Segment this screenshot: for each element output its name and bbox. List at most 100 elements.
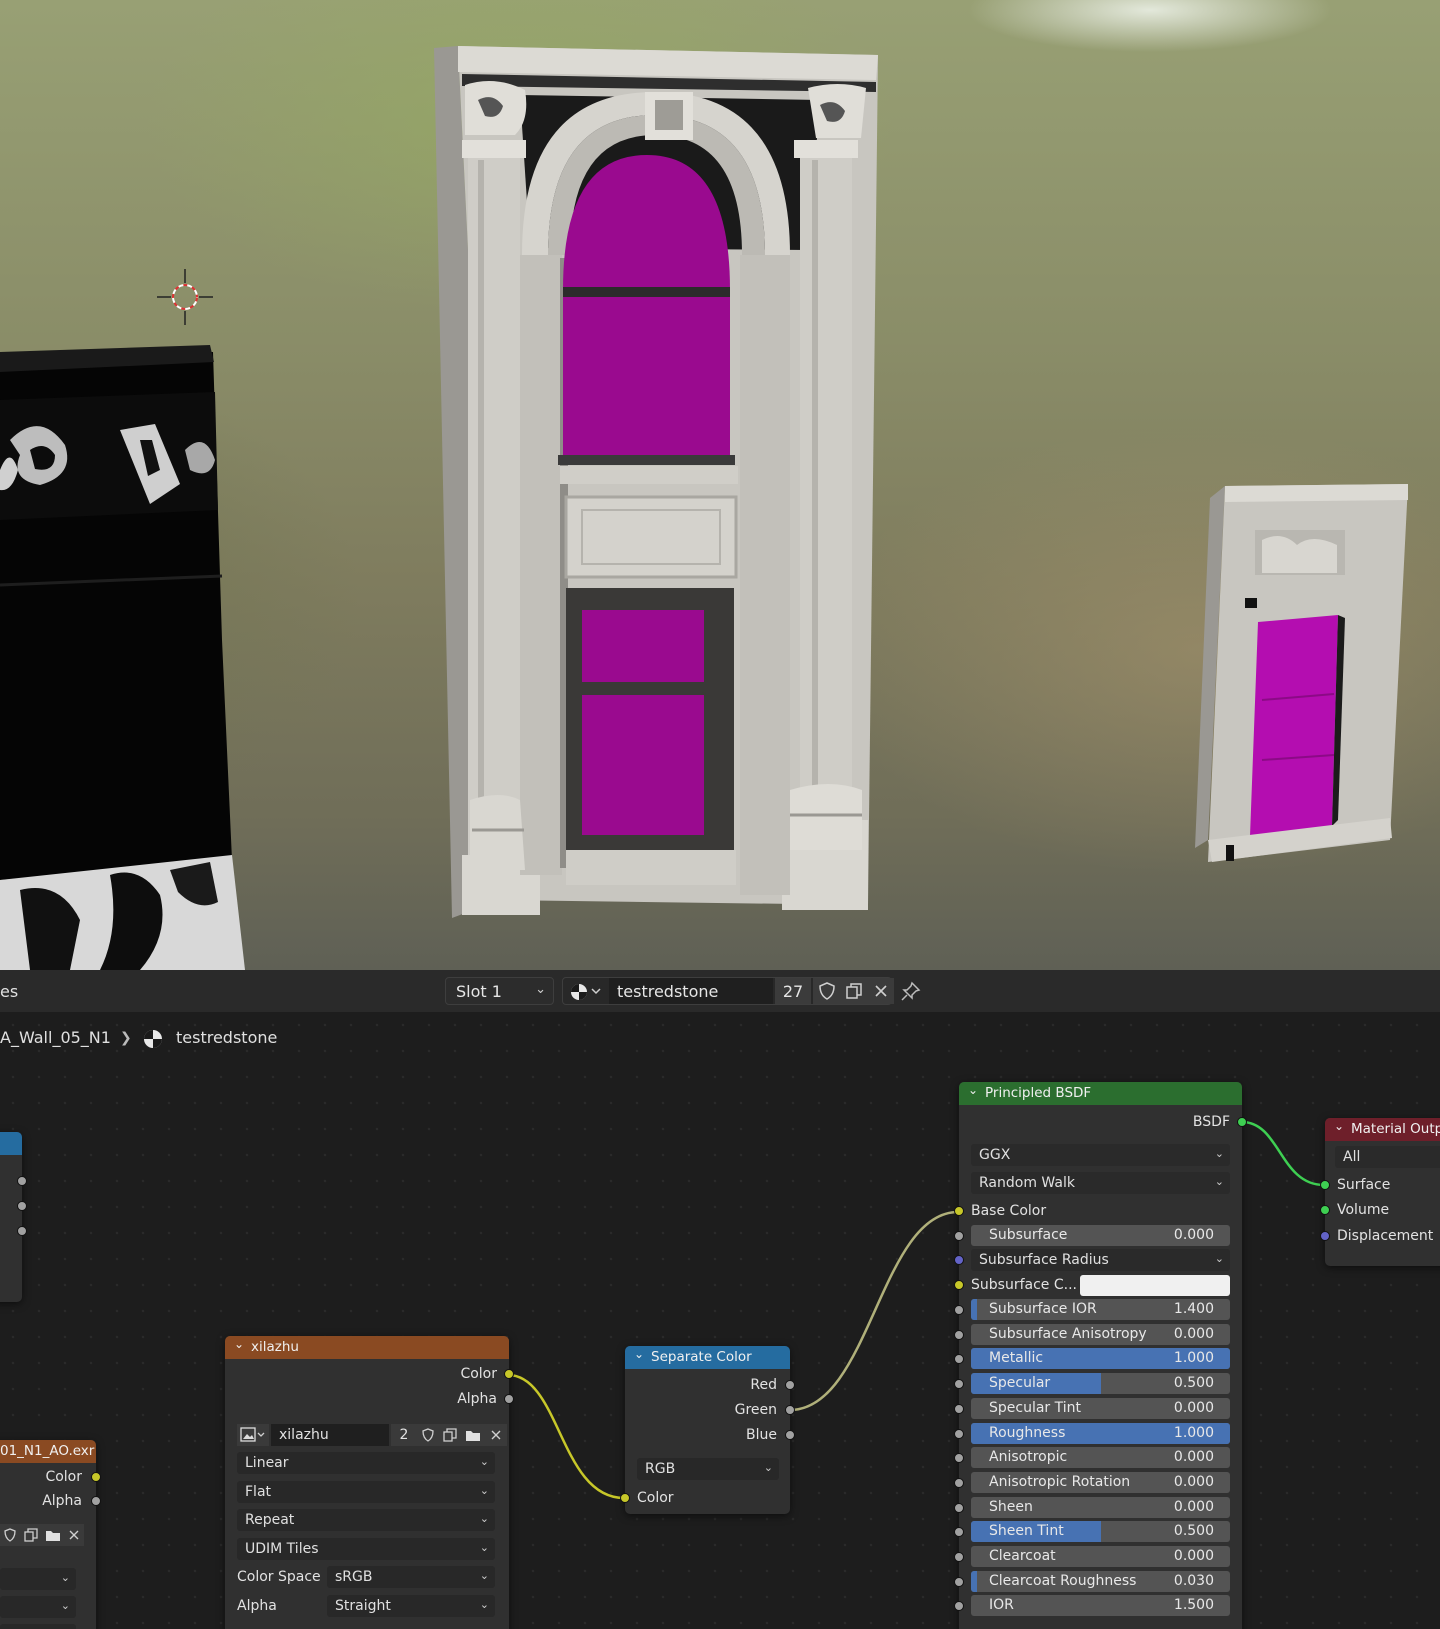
pin-button[interactable] [900,980,922,1002]
param-field-roughness[interactable]: Roughness 1.000 [971,1422,1230,1444]
param-input-socket[interactable] [954,1502,964,1513]
editor-type-label[interactable]: es [0,982,18,1001]
bsdf-output-socket[interactable] [1237,1117,1247,1127]
param-input-socket[interactable] [954,1527,964,1538]
material-output-node[interactable]: ⌄ Material Outpu All Surface Volume Disp… [1320,1118,1440,1266]
green-output-socket[interactable] [785,1405,795,1415]
base-color-input-socket[interactable] [954,1206,964,1216]
node-header[interactable]: ⌄ xilazhu [225,1336,509,1359]
blue-output-socket[interactable] [785,1430,795,1440]
open-file-button[interactable] [42,1524,64,1546]
param-input-socket[interactable] [954,1231,964,1241]
param-field-sheen-tint[interactable]: Sheen Tint 0.500 [971,1521,1230,1543]
material-browse-button[interactable] [569,982,609,1002]
param-input-socket[interactable] [954,1576,964,1587]
subsurface-color-swatch[interactable] [1080,1275,1230,1296]
ao-image-texture-node[interactable]: 01_N1_AO.exr Color Alpha ⌄ ⌄ ⌄ [0,1440,101,1629]
volume-input-socket[interactable] [1320,1205,1330,1215]
separate-color-node[interactable]: ⌄ Separate Color Red Green Blue RGB ⌄ Col… [620,1346,795,1514]
fake-user-button[interactable] [0,1524,20,1546]
param-field-subsurface[interactable]: Subsurface 0.000 [971,1225,1230,1246]
param-field-sheen[interactable]: Sheen 0.000 [971,1496,1230,1518]
principled-bsdf-node[interactable]: ⌄ Principled BSDF BSDF GGX ⌄ Random Walk ⌄… [954,1082,1247,1629]
displacement-input-socket[interactable] [1320,1231,1330,1241]
projection-dropdown[interactable]: Flat ⌄ [237,1481,495,1503]
duplicate-button[interactable] [439,1424,461,1446]
param-field-subsurface-ior[interactable]: Subsurface IOR 1.400 [971,1299,1230,1320]
param-field-anisotropic-rotation[interactable]: Anisotropic Rotation 0.000 [971,1471,1230,1493]
material-users-count[interactable]: 27 [775,978,811,1004]
node-editor-canvas[interactable]: A_Wall_05_N1 ❯ testredstone ed en ue 01_… [0,1012,1440,1629]
param-input-socket[interactable] [954,1601,964,1612]
unlink-button[interactable] [485,1424,507,1446]
alpha-output-socket[interactable] [504,1394,514,1404]
param-field-clearcoat[interactable]: Clearcoat 0.000 [971,1546,1230,1567]
color-output-socket[interactable] [504,1369,514,1379]
image-texture-node[interactable]: ⌄ xilazhu Color Alpha xilazhu 2 Linear ⌄ … [225,1336,514,1629]
output-label: Color [460,1366,497,1382]
subsurface-radius-input-socket[interactable] [954,1255,964,1265]
alpha-output-socket[interactable] [91,1496,101,1506]
surface-input-socket[interactable] [1320,1180,1330,1190]
output-socket[interactable] [17,1226,27,1236]
duplicate-material-button[interactable] [840,978,867,1004]
param-input-socket[interactable] [954,1379,964,1390]
collapse-chevron-icon[interactable]: ⌄ [234,1337,244,1351]
param-input-socket[interactable] [954,1403,964,1414]
node-header[interactable]: ⌄ Principled BSDF [959,1082,1242,1105]
red-output-socket[interactable] [785,1380,795,1390]
output-socket[interactable] [17,1201,27,1211]
param-input-socket[interactable] [954,1329,964,1340]
node-header[interactable]: ⌄ Separate Color [625,1346,790,1369]
partial-dropdown[interactable]: ⌄ [0,1624,76,1629]
param-field-ior[interactable]: IOR 1.500 [971,1595,1230,1617]
image-name-field[interactable]: xilazhu [271,1424,389,1446]
param-field-specular-tint[interactable]: Specular Tint 0.000 [971,1397,1230,1419]
unlink-button[interactable] [64,1524,84,1546]
output-socket[interactable] [17,1176,27,1186]
color-space-dropdown[interactable]: sRGB ⌄ [327,1566,495,1588]
fake-user-button[interactable] [417,1424,439,1446]
slot-dropdown[interactable]: Slot 1 ⌄ [445,977,554,1005]
param-input-socket[interactable] [954,1552,964,1562]
collapse-chevron-icon[interactable]: ⌄ [968,1083,978,1097]
param-input-socket[interactable] [954,1354,964,1365]
distribution-dropdown[interactable]: GGX ⌄ [971,1144,1230,1166]
source-dropdown[interactable]: UDIM Tiles ⌄ [237,1538,495,1560]
param-field-specular[interactable]: Specular 0.500 [971,1373,1230,1395]
3d-viewport[interactable] [0,0,1440,970]
partial-dropdown[interactable]: ⌄ [0,1596,76,1618]
param-field-anisotropic[interactable]: Anisotropic 0.000 [971,1447,1230,1469]
alpha-mode-dropdown[interactable]: Straight ⌄ [327,1595,495,1617]
duplicate-button[interactable] [20,1524,42,1546]
fake-user-button[interactable] [813,978,840,1004]
subsurface-radius-dropdown[interactable]: Subsurface Radius ⌄ [971,1249,1230,1271]
param-field-clearcoat-roughness[interactable]: Clearcoat Roughness 0.030 [971,1570,1230,1592]
material-name-field[interactable]: testredstone [609,978,773,1004]
color-input-socket[interactable] [620,1493,630,1503]
open-file-button[interactable] [461,1424,485,1446]
partial-dropdown[interactable]: ⌄ [0,1568,76,1590]
param-value: 1.500 [1173,1597,1214,1614]
subsurface-color-input-socket[interactable] [954,1280,964,1290]
param-input-socket[interactable] [954,1305,964,1315]
unlink-material-button[interactable] [867,978,894,1004]
mode-dropdown[interactable]: RGB ⌄ [637,1458,779,1480]
interpolation-dropdown[interactable]: Linear ⌄ [237,1452,495,1474]
collapse-chevron-icon[interactable]: ⌄ [1334,1119,1344,1133]
image-browse-button[interactable] [237,1424,269,1446]
color-output-socket[interactable] [91,1472,101,1482]
node-header[interactable]: ⌄ Material Outpu [1325,1118,1440,1141]
subsurface-method-dropdown[interactable]: Random Walk ⌄ [971,1172,1230,1194]
param-field-metallic[interactable]: Metallic 1.000 [971,1348,1230,1370]
param-field-subsurface-anisotropy[interactable]: Subsurface Anisotropy 0.000 [971,1323,1230,1345]
param-fill [971,1570,977,1592]
extension-dropdown[interactable]: Repeat ⌄ [237,1509,495,1531]
param-input-socket[interactable] [954,1428,964,1439]
collapse-chevron-icon[interactable]: ⌄ [634,1347,644,1361]
image-users-count[interactable]: 2 [391,1424,417,1446]
partial-node-left[interactable]: ed en ue [0,1132,27,1302]
target-dropdown[interactable]: All [1335,1146,1440,1168]
param-input-socket[interactable] [954,1453,964,1464]
param-input-socket[interactable] [954,1477,964,1488]
